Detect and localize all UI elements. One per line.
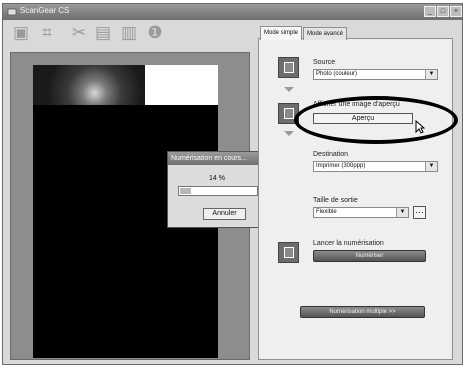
title-bar[interactable]: ScanGear CS _ □ × [3, 4, 462, 20]
info-icon[interactable]: ❶ [144, 22, 166, 44]
preview-image [33, 65, 145, 105]
clear-icon[interactable]: ▥ [118, 22, 140, 44]
progress-bar-fill [180, 188, 191, 194]
thumbnail-icon[interactable]: ▣ [10, 22, 32, 44]
scan-to-folder-icon[interactable]: ▤ [92, 22, 114, 44]
close-icon[interactable]: × [450, 6, 462, 17]
minimize-icon[interactable]: _ [424, 6, 436, 17]
chevron-down-icon[interactable]: ▼ [396, 208, 408, 217]
multiple-scan-button[interactable]: Numérisation multiple >> [300, 306, 425, 318]
progress-dialog-title[interactable]: Numérisation en cours... [168, 152, 266, 165]
destination-select[interactable]: Imprimer (300ppp) ▼ [313, 161, 438, 172]
destination-label: Destination [313, 151, 349, 158]
destination-select-value: Imprimer (300ppp) [316, 163, 366, 169]
cursor-icon [415, 120, 425, 134]
crop-icon[interactable]: ⌗ [36, 22, 58, 44]
source-label: Source [313, 59, 336, 66]
output-size-select[interactable]: Flexible ▼ [313, 207, 409, 218]
tab-advanced-mode[interactable]: Mode avancé [303, 27, 348, 40]
output-size-settings-icon[interactable]: ⋯ [413, 206, 426, 219]
flow-arrow-icon [284, 87, 294, 92]
progress-dialog: Numérisation en cours... 14 % Annuler [167, 151, 267, 228]
app-icon [7, 8, 17, 16]
output-size-label: Taille de sortie [313, 197, 358, 204]
progress-percent: 14 % [209, 175, 225, 182]
scan-step-icon [278, 242, 299, 263]
progress-bar [178, 186, 258, 196]
source-select[interactable]: Photo (couleur) ▼ [313, 69, 438, 80]
preview-unscanned-area [145, 65, 218, 105]
chevron-down-icon[interactable]: ▼ [425, 70, 437, 79]
flow-arrow-icon [284, 131, 294, 136]
highlight-oval [294, 96, 458, 144]
scan-step-label: Lancer la numérisation [313, 240, 384, 247]
auto-crop-icon[interactable]: ✂ [68, 22, 90, 44]
tab-simple-mode[interactable]: Mode simple [260, 26, 303, 40]
source-step-icon [278, 57, 299, 78]
window-title: ScanGear CS [20, 6, 70, 15]
source-select-value: Photo (couleur) [316, 71, 358, 77]
cancel-button[interactable]: Annuler [203, 208, 246, 220]
chevron-down-icon[interactable]: ▼ [425, 162, 437, 171]
output-size-select-value: Flexible [316, 209, 337, 215]
maximize-icon[interactable]: □ [437, 6, 449, 17]
scan-button[interactable]: Numériser [313, 250, 426, 262]
